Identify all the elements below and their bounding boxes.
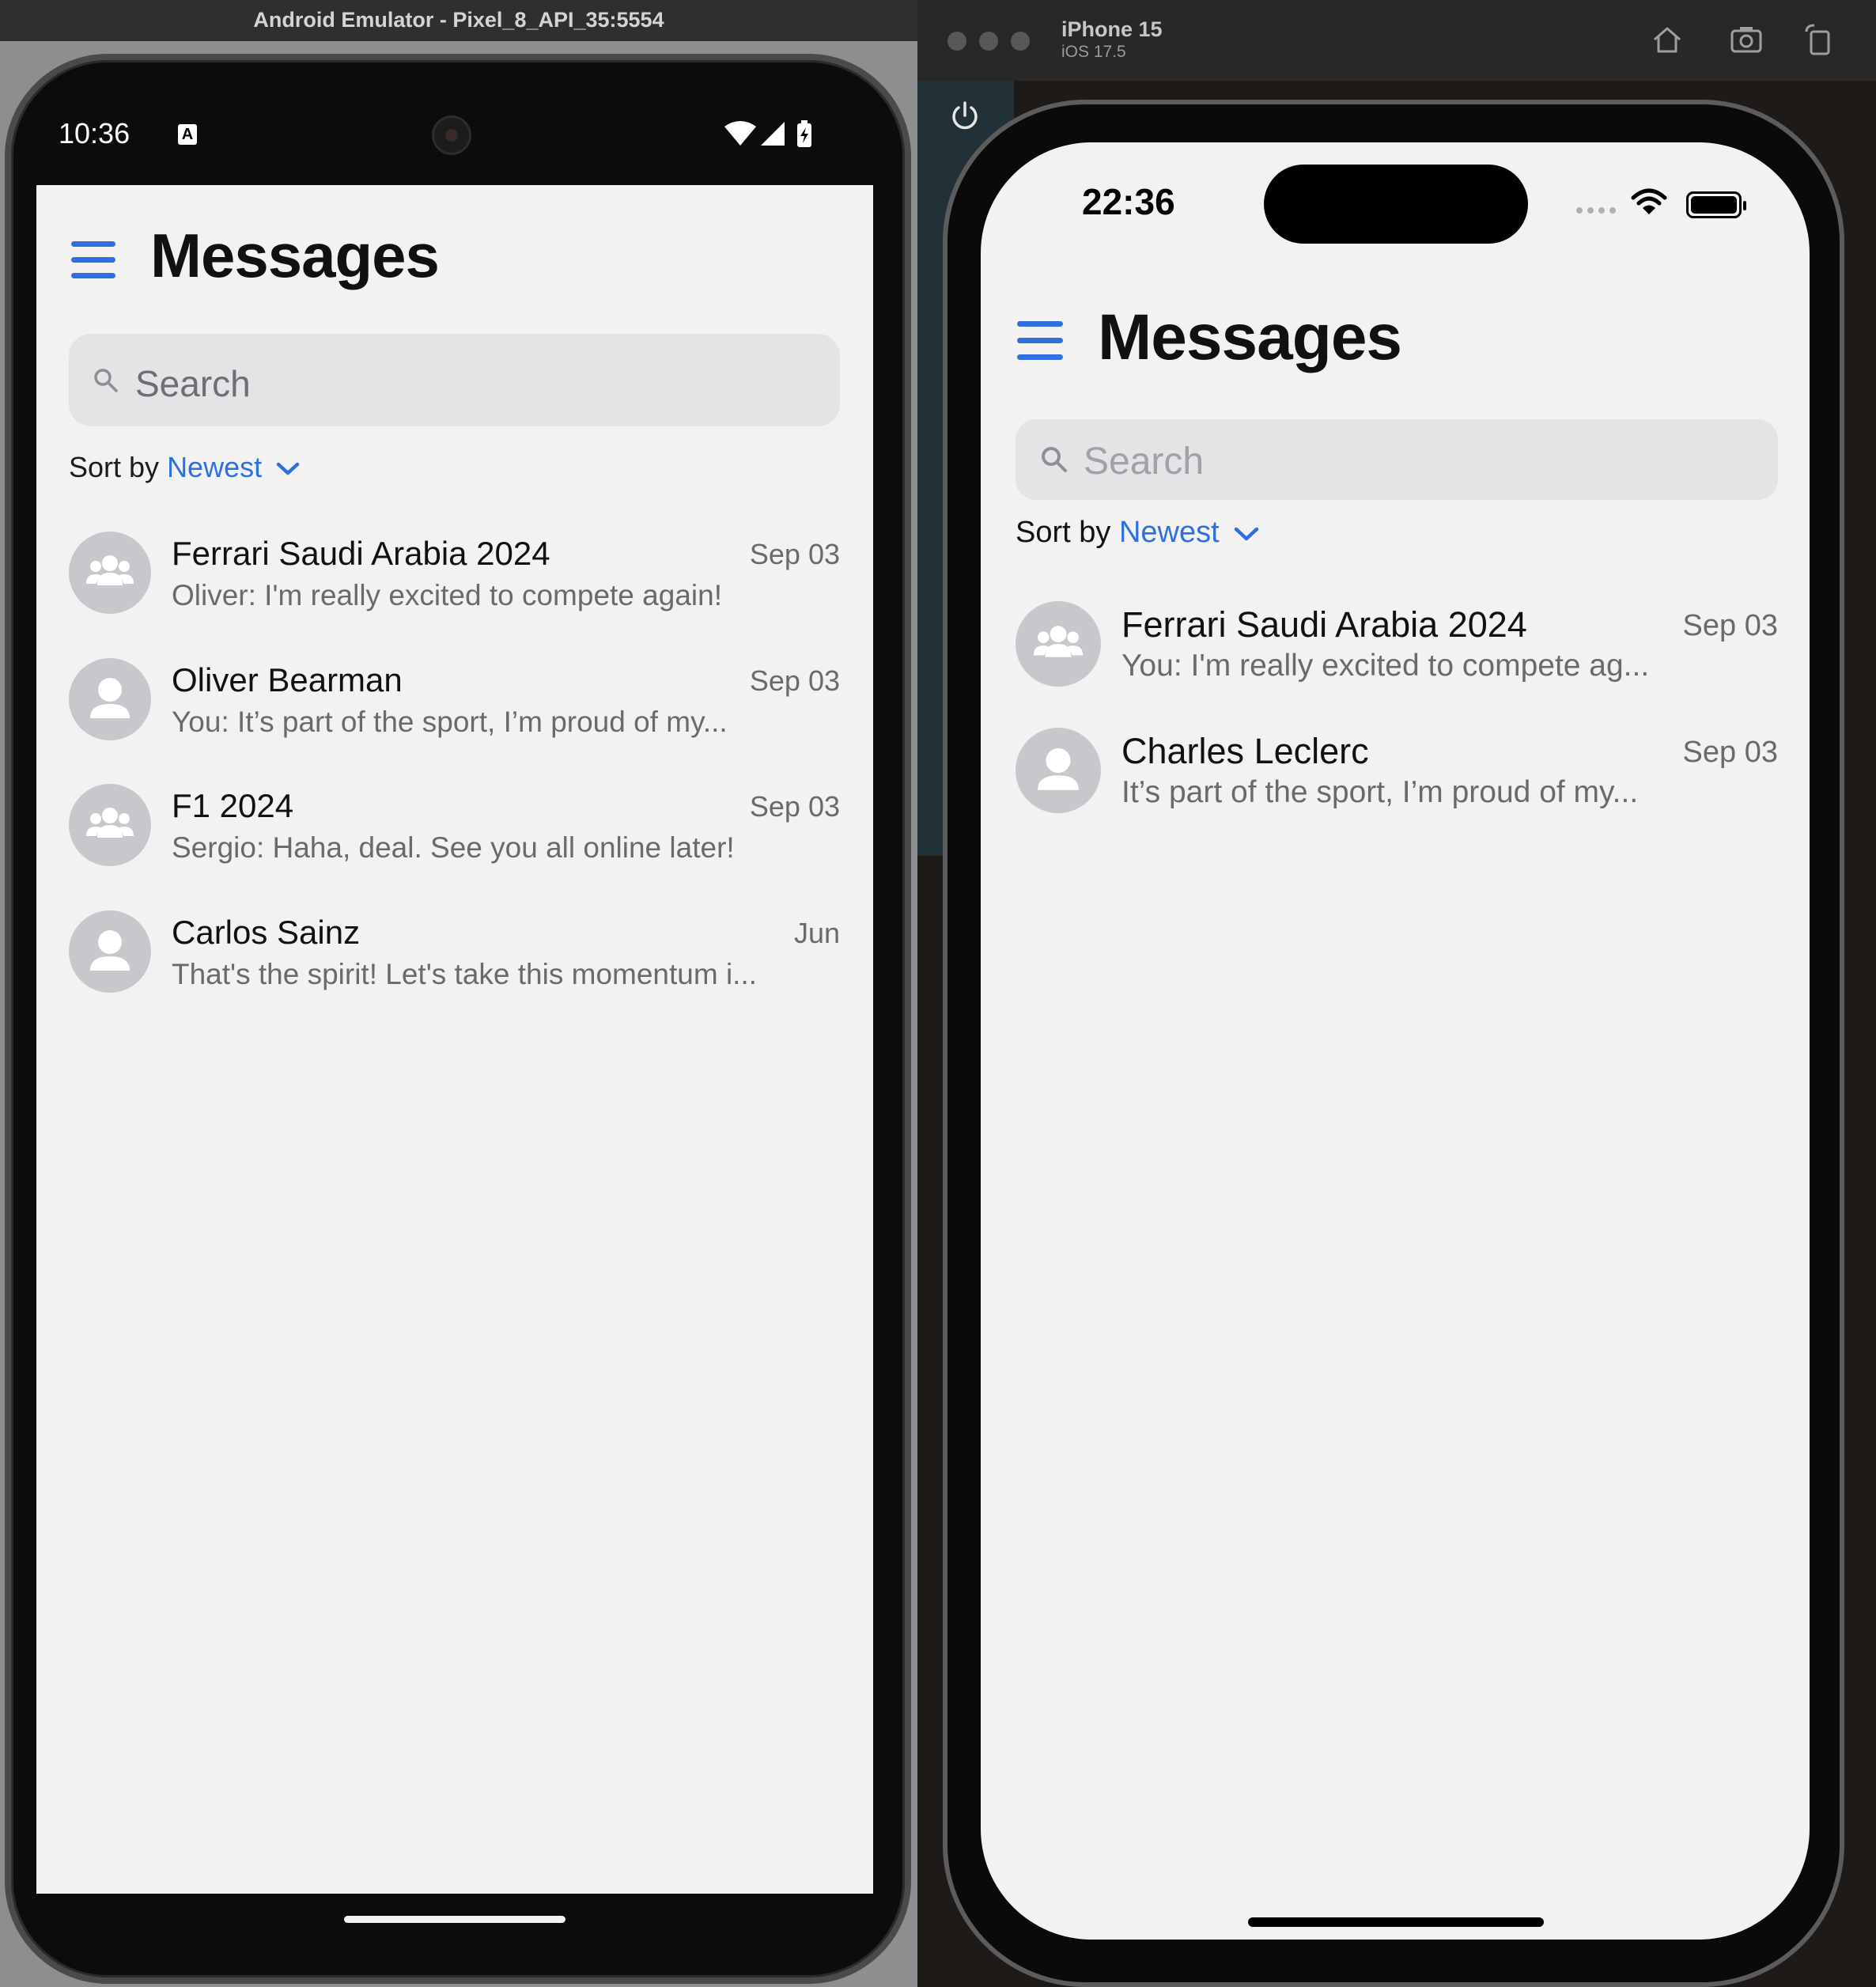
battery-icon [1686,191,1746,218]
battery-charging-icon [797,120,811,147]
conversation-preview: Oliver: I'm really excited to compete ag… [172,579,722,611]
conversation-row[interactable]: Oliver Bearman You: It’s part of the spo… [69,658,840,753]
conversation-row[interactable]: Carlos Sainz That's the spirit! Let's ta… [69,910,840,1005]
conversation-name: Carlos Sainz [172,914,361,951]
sort-value[interactable]: Newest [1119,516,1220,549]
hamburger-menu-icon[interactable] [71,241,115,279]
page-title: Messages [1098,301,1402,373]
avatar [69,532,151,614]
dynamic-island [1264,165,1528,244]
ios-simulator-window: iPhone 15 iOS 17.5 22:36 Messages Search… [917,0,1876,1987]
chevron-down-icon[interactable] [1234,525,1259,543]
search-placeholder: Search [1084,441,1205,483]
search-icon [1042,447,1067,472]
home-icon[interactable] [1650,22,1685,57]
conversation-preview: You: It’s part of the sport, I’m proud o… [172,706,728,738]
conversation-row[interactable]: F1 2024 Sergio: Haha, deal. See you all … [69,784,840,879]
group-icon [86,808,134,838]
sort-value[interactable]: Newest [167,451,262,483]
wifi-icon [1631,188,1667,214]
conversation-preview: Sergio: Haha, deal. See you all online l… [172,831,735,864]
simulator-os-version: iOS 17.5 [1061,43,1126,61]
screenshot-icon[interactable] [1729,22,1764,57]
conversation-name: F1 2024 [172,787,294,824]
power-icon[interactable] [949,100,981,131]
conversation-row[interactable]: Ferrari Saudi Arabia 2024 You: I'm reall… [1016,601,1778,696]
person-icon [90,678,130,718]
hamburger-menu-icon[interactable] [1017,321,1063,362]
avatar [1016,601,1101,687]
avatar [69,784,151,866]
android-status-icons [724,120,811,147]
ios-simulator-titlebar: iPhone 15 iOS 17.5 [917,0,1876,81]
window-close-button[interactable] [947,32,966,51]
conversation-date: Sep 03 [1682,609,1778,642]
search-input[interactable]: Search [1016,419,1778,500]
sort-label: Sort by [69,451,160,483]
page-title: Messages [150,221,440,290]
ios-app-screen: 22:36 Messages Search Sort by Newest Fer… [981,142,1810,1940]
signal-icon [761,122,785,146]
sort-control[interactable]: Sort by Newest [1016,516,1259,550]
conversation-date: Jun [793,917,840,949]
sort-label: Sort by [1016,516,1111,549]
ios-status-time: 22:36 [1082,181,1175,222]
android-notification-badge: A [178,124,197,145]
rotate-icon[interactable] [1802,22,1836,57]
person-icon [1038,747,1079,790]
cellular-signal-icon [1576,207,1616,214]
conversation-row[interactable]: Charles Leclerc It’s part of the sport, … [1016,728,1778,823]
conversation-preview: You: I'm really excited to compete ag... [1121,649,1650,683]
person-icon [90,930,130,971]
search-placeholder: Search [135,363,251,404]
chevron-down-icon[interactable] [276,461,300,477]
conversation-name: Oliver Bearman [172,661,403,698]
ios-home-indicator[interactable] [1248,1917,1544,1927]
wifi-icon [724,121,756,146]
android-window-title: Android Emulator - Pixel_8_API_35:5554 [0,0,917,41]
conversation-date: Sep 03 [749,664,840,697]
avatar [69,910,151,993]
simulator-device-name: iPhone 15 [1061,17,1163,41]
android-gesture-bar[interactable] [344,1916,565,1923]
conversation-preview: That's the spirit! Let's take this momen… [172,958,758,990]
avatar [69,658,151,740]
android-status-time: 10:36 [59,117,130,149]
search-input[interactable]: Search [69,334,840,426]
conversation-date: Sep 03 [749,790,840,823]
conversation-name: Ferrari Saudi Arabia 2024 [172,535,550,572]
conversation-name: Ferrari Saudi Arabia 2024 [1121,604,1527,645]
conversation-name: Charles Leclerc [1121,731,1369,771]
window-minimize-button[interactable] [979,32,998,51]
conversation-date: Sep 03 [749,538,840,570]
avatar [1016,728,1101,813]
conversation-preview: It’s part of the sport, I’m proud of my.… [1121,775,1639,809]
conversation-row[interactable]: Ferrari Saudi Arabia 2024 Oliver: I'm re… [69,532,840,626]
group-icon [1033,626,1084,657]
front-camera-icon [432,115,471,155]
sort-control[interactable]: Sort by Newest [69,451,300,484]
group-icon [86,555,134,585]
conversation-date: Sep 03 [1682,736,1778,769]
search-icon [94,369,118,392]
android-app-screen [36,185,873,1894]
window-zoom-button[interactable] [1011,32,1030,51]
android-emulator-window: Android Emulator - Pixel_8_API_35:5554 1… [0,0,917,1987]
